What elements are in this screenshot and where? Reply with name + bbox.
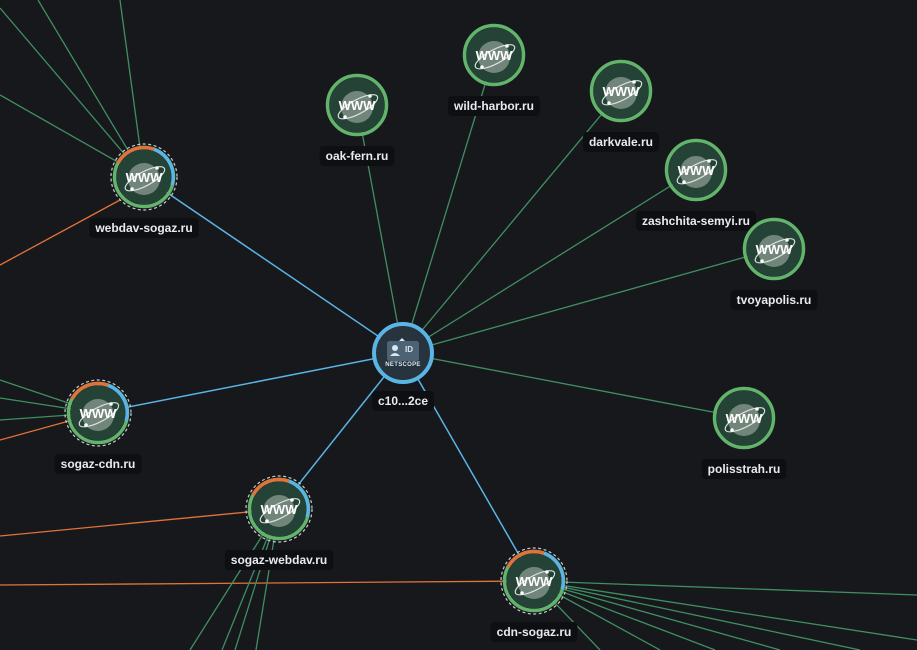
edge-cdnsogaz	[402, 352, 535, 582]
label-wildharbor-text: wild-harbor.ru	[453, 99, 534, 113]
label-tvoyapolis-text: tvoyapolis.ru	[737, 293, 812, 307]
domain-node-darkvale[interactable]: WWW	[589, 59, 653, 123]
edge-oakfern	[356, 104, 404, 354]
domain-node-zashchita[interactable]: WWW	[664, 138, 728, 202]
label-webdav: webdav-sogaz.ru	[89, 218, 199, 238]
label-zashchita: zashchita-semyi.ru	[635, 211, 757, 231]
label-oakfern: oak-fern.ru	[319, 146, 395, 166]
edge-sogazcdn	[97, 352, 404, 414]
label-cdnsogaz-text: cdn-sogaz.ru	[497, 625, 572, 639]
id-badge-text: ID	[405, 345, 413, 354]
edge-darkvale	[402, 90, 622, 354]
label-center-text: c10...2ce	[378, 394, 428, 408]
www-text: WWW	[678, 163, 716, 178]
label-oakfern-text: oak-fern.ru	[326, 149, 389, 163]
external-edge-16	[533, 580, 917, 641]
external-edge-9	[0, 508, 280, 537]
domain-node-cdnsogaz[interactable]: WWW	[500, 547, 568, 615]
label-center: c10...2ce	[371, 391, 435, 411]
www-text: WWW	[80, 406, 118, 421]
domain-node-oakfern[interactable]: WWW	[325, 73, 389, 137]
label-darkvale-text: darkvale.ru	[589, 135, 653, 149]
nodes-layer: WWW webdav-sogaz.ru WWW oak-fern.ru WWW wild-…	[54, 23, 818, 642]
label-darkvale: darkvale.ru	[582, 132, 660, 152]
edge-tvoyapolis	[402, 248, 775, 354]
www-text: WWW	[261, 502, 299, 517]
external-edge-0	[0, 7, 145, 178]
www-text: WWW	[726, 411, 764, 426]
www-text: WWW	[476, 48, 514, 63]
label-sogazcdn-text: sogaz-cdn.ru	[61, 457, 136, 471]
center-node[interactable]: ID NETSCOPE	[372, 322, 434, 384]
label-tvoyapolis: tvoyapolis.ru	[730, 290, 818, 310]
label-cdnsogaz: cdn-sogaz.ru	[490, 622, 578, 642]
label-sogazwebdav-text: sogaz-webdav.ru	[231, 553, 327, 567]
domain-node-webdav[interactable]: WWW	[110, 143, 178, 211]
label-sogazcdn: sogaz-cdn.ru	[54, 454, 142, 474]
www-text: WWW	[516, 574, 554, 589]
www-text: WWW	[603, 84, 641, 99]
label-webdav-text: webdav-sogaz.ru	[94, 221, 192, 235]
www-text: WWW	[756, 242, 794, 257]
domain-node-tvoyapolis[interactable]: WWW	[742, 217, 806, 281]
domain-node-sogazcdn[interactable]: WWW	[64, 379, 132, 447]
www-text: WWW	[339, 98, 377, 113]
domain-node-sogazwebdav[interactable]: WWW	[245, 475, 313, 543]
id-card-icon: ID	[387, 338, 419, 361]
relationship-graph[interactable]: WWW webdav-sogaz.ru WWW oak-fern.ru WWW wild-…	[0, 0, 917, 650]
label-wildharbor: wild-harbor.ru	[447, 96, 541, 116]
edge-zashchita	[402, 169, 697, 354]
edge-webdav	[143, 176, 404, 354]
domain-node-wildharbor[interactable]: WWW	[462, 23, 526, 87]
edge-polisstrah	[402, 352, 745, 419]
center-node-caption: NETSCOPE	[385, 362, 420, 368]
label-polisstrah-text: polisstrah.ru	[708, 462, 781, 476]
label-polisstrah: polisstrah.ru	[701, 459, 787, 479]
label-sogazwebdav: sogaz-webdav.ru	[224, 550, 334, 570]
domain-node-polisstrah[interactable]: WWW	[712, 386, 776, 450]
www-text: WWW	[126, 170, 164, 185]
label-zashchita-text: zashchita-semyi.ru	[642, 214, 750, 228]
